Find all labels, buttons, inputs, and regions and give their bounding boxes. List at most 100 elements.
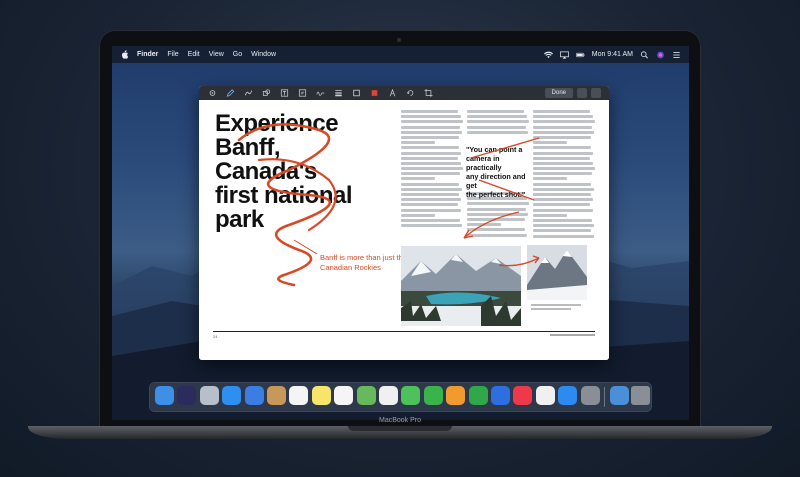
system-preferences-icon[interactable]	[580, 386, 600, 405]
pages-icon[interactable]	[446, 386, 466, 405]
notes-icon[interactable]	[311, 386, 331, 405]
text-line	[401, 208, 461, 212]
maps-icon[interactable]	[356, 386, 376, 405]
wifi-icon[interactable]	[543, 51, 553, 59]
pull-quote-line-2: camera in practically	[466, 154, 502, 172]
photo-caption	[531, 304, 591, 310]
music-icon[interactable]	[535, 386, 555, 405]
draw-icon[interactable]	[244, 89, 253, 97]
text-line	[467, 120, 529, 124]
menu-window[interactable]: Window	[251, 51, 276, 58]
body-column-3	[533, 110, 595, 240]
text-line	[467, 212, 529, 216]
text-line	[533, 224, 595, 228]
downloads-folder-icon[interactable]	[610, 386, 629, 405]
pull-quote-line-3: any direction and get	[466, 172, 526, 190]
text-style-icon[interactable]	[388, 89, 397, 97]
reminders-icon[interactable]	[334, 386, 354, 405]
text-line	[401, 224, 463, 228]
launchpad-icon[interactable]	[199, 386, 219, 405]
menu-edit[interactable]: Edit	[188, 51, 200, 58]
mountain-photo	[527, 245, 587, 300]
text-line	[533, 213, 568, 217]
shapes-icon[interactable]	[262, 89, 271, 97]
text-line	[533, 130, 595, 134]
menu-app-name[interactable]: Finder	[137, 51, 158, 58]
search-icon[interactable]	[640, 50, 649, 59]
text-line	[533, 203, 591, 207]
text-line	[467, 115, 527, 119]
share-icon[interactable]	[591, 88, 601, 98]
notification-center-icon[interactable]	[672, 51, 681, 59]
battery-icon[interactable]	[575, 51, 585, 59]
sketch-pen-icon[interactable]	[226, 89, 235, 97]
text-line	[401, 110, 459, 113]
numbers-icon[interactable]	[468, 386, 488, 405]
news-icon[interactable]	[513, 386, 533, 405]
finder-icon[interactable]	[155, 386, 174, 405]
trash-can-icon[interactable]	[631, 386, 650, 405]
headline-line-2: Banff,	[215, 134, 281, 161]
text-line	[401, 115, 461, 119]
messages-icon[interactable]	[401, 386, 421, 405]
text-line	[467, 228, 525, 232]
screen: Finder File Edit View Go Window Mon 9:41…	[112, 46, 689, 420]
text-line	[533, 187, 594, 191]
text-line	[401, 125, 460, 129]
text-line	[467, 223, 502, 227]
text-line	[401, 135, 460, 139]
menu-file[interactable]: File	[167, 51, 178, 58]
note-icon[interactable]	[298, 89, 307, 97]
keynote-icon[interactable]	[491, 386, 510, 405]
text-line	[467, 110, 525, 113]
text-line	[467, 207, 526, 211]
page-number: 24	[213, 334, 218, 339]
crop-icon[interactable]	[424, 89, 433, 97]
text-line	[533, 229, 592, 233]
camera	[397, 38, 401, 42]
laptop-notch	[348, 426, 452, 431]
apple-menu-icon[interactable]	[121, 50, 128, 59]
headline-line-4: first national	[215, 182, 353, 209]
text-line	[401, 182, 460, 186]
settings-icon[interactable]	[208, 89, 217, 97]
rotate-icon[interactable]	[406, 89, 415, 97]
text-line	[467, 202, 529, 206]
headline: Experience Banff, Canada's first nationa…	[215, 112, 415, 232]
trash-icon[interactable]	[577, 88, 587, 98]
footer-note	[550, 334, 595, 336]
done-button[interactable]: Done	[544, 88, 573, 98]
siri-icon[interactable]	[656, 51, 665, 59]
text-line	[401, 141, 436, 145]
menu-go[interactable]: Go	[233, 51, 242, 58]
app-store-icon[interactable]	[558, 386, 578, 405]
text-line	[401, 120, 463, 124]
airplay-icon[interactable]	[559, 50, 569, 59]
calendar-icon[interactable]	[289, 386, 309, 405]
signature-icon[interactable]	[316, 89, 325, 97]
text-line	[401, 198, 462, 202]
text-icon[interactable]	[280, 89, 289, 97]
mail-icon[interactable]	[244, 386, 264, 405]
facetime-icon[interactable]	[423, 386, 443, 405]
border-color-icon[interactable]	[352, 89, 361, 97]
text-line	[401, 193, 459, 196]
contacts-icon[interactable]	[267, 386, 286, 405]
headline-line-5: park	[215, 206, 264, 233]
text-line	[533, 120, 595, 124]
siri-icon[interactable]	[177, 386, 197, 405]
fill-color-icon[interactable]	[370, 89, 379, 97]
text-line	[533, 115, 593, 119]
text-line	[401, 177, 436, 181]
text-line	[401, 187, 462, 191]
text-line	[533, 110, 591, 113]
shape-style-icon[interactable]	[334, 89, 343, 97]
text-line	[533, 156, 591, 160]
photos-icon[interactable]	[379, 386, 398, 405]
text-line	[533, 161, 593, 165]
menu-view[interactable]: View	[209, 51, 224, 58]
menu-clock[interactable]: Mon 9:41 AM	[592, 51, 633, 58]
text-line	[401, 172, 460, 176]
safari-icon[interactable]	[222, 386, 242, 405]
text-line	[401, 161, 461, 165]
